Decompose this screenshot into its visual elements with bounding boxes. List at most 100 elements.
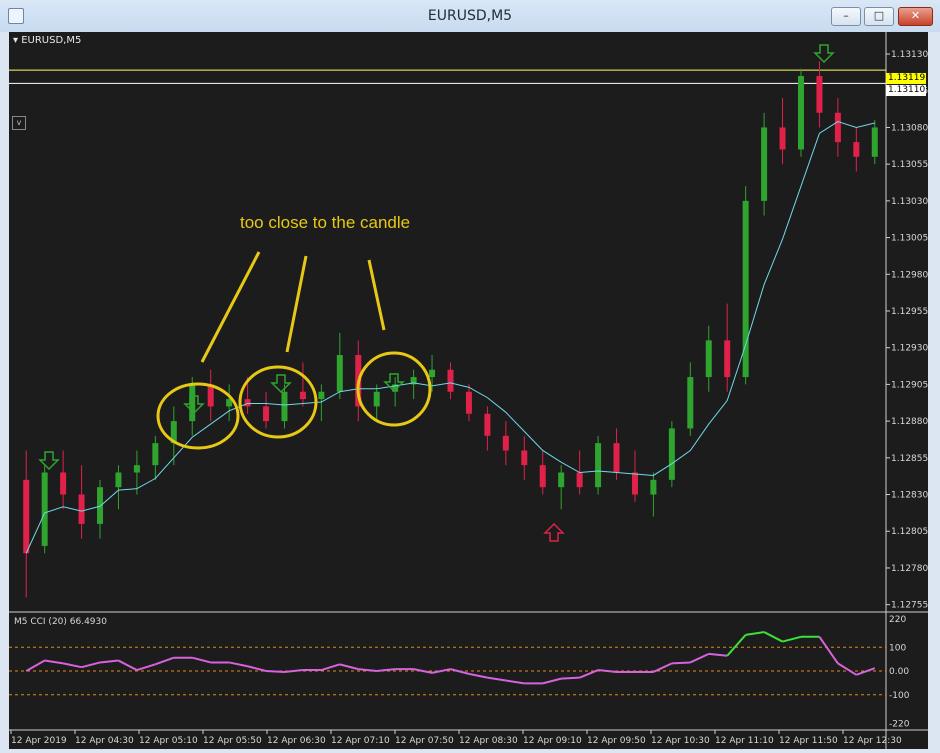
cci-line-segment — [265, 670, 285, 673]
cci-line-segment — [376, 668, 396, 672]
price-axis-label: 1.12855 — [891, 454, 928, 464]
candle-body — [576, 472, 583, 488]
sell-signal-arrow-icon — [270, 374, 292, 394]
price-chart[interactable]: 1.131301.131051.130801.130551.130301.130… — [9, 32, 928, 749]
time-axis-label: 12 Apr 09:10 — [523, 736, 582, 746]
time-axis-label: 12 Apr 10:30 — [651, 736, 710, 746]
buy-arrow-icon — [38, 451, 60, 471]
cci-axis-label: -220 — [889, 719, 910, 729]
candle-body — [650, 479, 657, 495]
cci-line-segment — [468, 672, 488, 679]
price-axis-label: 1.13055 — [891, 160, 928, 170]
time-axis-label: 12 Apr 11:50 — [779, 736, 838, 746]
candle-body — [336, 355, 343, 392]
cci-indicator-label: M5 CCI (20) 66.4930 — [14, 617, 107, 627]
price-axis-label: 1.12830 — [891, 491, 928, 501]
candle-body — [687, 377, 694, 429]
time-axis-label: 12 Apr 05:50 — [203, 736, 262, 746]
price-axis-label: 1.13030 — [891, 197, 928, 207]
cci-line-segment — [726, 634, 747, 657]
cci-line-segment — [689, 652, 710, 664]
candle-body — [281, 391, 288, 422]
cci-axis-label: -100 — [889, 691, 910, 701]
moving-average-line — [25, 121, 875, 554]
candle-body — [705, 340, 712, 378]
candle-body — [668, 428, 675, 480]
time-axis-label: 12 Apr 09:50 — [587, 736, 646, 746]
time-axis-label: 12 Apr 11:10 — [715, 736, 774, 746]
time-axis-label: 12 Apr 2019 — [11, 736, 67, 746]
price-axis-label: 1.12755 — [891, 601, 928, 611]
price-axis-label: 1.12930 — [891, 344, 928, 354]
cci-line-segment — [284, 669, 304, 673]
yellow-line-price-tag: 1.13119 — [886, 73, 926, 84]
candle-body — [244, 399, 251, 407]
symbol-label[interactable]: ▾ EURUSD,M5 — [13, 35, 81, 46]
candle-body — [853, 142, 860, 157]
cci-line-segment — [358, 668, 377, 672]
candle-body — [23, 479, 30, 554]
candle-body — [816, 76, 823, 113]
time-axis-label: 12 Apr 05:10 — [139, 736, 198, 746]
symbol-label-text: EURUSD,M5 — [21, 35, 82, 46]
cci-line-segment — [837, 662, 857, 676]
candle-body — [779, 127, 786, 150]
time-axis-label: 12 Apr 06:30 — [267, 736, 326, 746]
price-axis-label: 1.12905 — [891, 380, 928, 390]
candle-body — [299, 391, 306, 400]
cci-line-segment — [763, 631, 784, 643]
candle-body — [724, 340, 731, 378]
cci-line-segment — [99, 659, 119, 664]
annotation-pointer-line — [285, 255, 308, 353]
chart-canvas[interactable]: 1.131301.131051.130801.130551.130301.130… — [9, 32, 928, 749]
cci-line-segment — [136, 663, 156, 672]
cci-line-segment — [339, 663, 359, 671]
candle-body — [834, 112, 841, 143]
candle-body — [631, 472, 638, 495]
cci-line-segment — [81, 661, 101, 669]
sell-signal-arrow-icon — [813, 44, 835, 64]
cci-line-segment — [579, 669, 599, 679]
cci-line-segment — [708, 652, 728, 657]
price-axis-label: 1.13130 — [891, 50, 928, 60]
cci-line-segment — [228, 661, 248, 668]
cci-line-segment — [542, 677, 562, 685]
annotation-pointer-line — [200, 251, 261, 363]
maximize-button[interactable]: □ — [864, 7, 894, 26]
candle-body — [447, 369, 454, 392]
candle-body — [41, 472, 48, 546]
candle-body — [429, 369, 436, 378]
time-axis-label: 12 Apr 12:30 — [843, 736, 902, 746]
candle-body — [539, 465, 546, 488]
close-button[interactable]: ✕ — [898, 7, 933, 26]
candle-body — [797, 76, 804, 150]
cci-line-segment — [321, 663, 341, 672]
cci-line-segment — [561, 676, 580, 680]
candle-body — [871, 127, 878, 157]
candle-body — [484, 413, 491, 436]
candle-body — [115, 472, 122, 488]
time-axis-label: 12 Apr 07:10 — [331, 736, 390, 746]
white-line-price-tag: 1.13110 — [886, 85, 926, 96]
candle-body — [318, 391, 325, 400]
cci-line-segment — [44, 659, 64, 665]
price-axis-label: 1.13005 — [891, 234, 928, 244]
time-axis-label: 12 Apr 04:30 — [75, 736, 134, 746]
time-axis-label: 12 Apr 08:30 — [459, 736, 518, 746]
one-click-trading-toggle[interactable]: v — [12, 116, 26, 130]
cci-line-segment — [855, 667, 876, 676]
price-axis-label: 1.12980 — [891, 270, 928, 280]
price-axis-label: 1.13080 — [891, 123, 928, 133]
cci-line-segment — [597, 669, 617, 673]
cci-line-segment — [25, 659, 46, 672]
cci-axis-label: 100 — [889, 643, 906, 653]
minimize-button[interactable]: – — [831, 7, 861, 26]
cci-line-segment — [487, 676, 506, 682]
cci-line-segment — [505, 679, 525, 685]
candle-body — [761, 127, 768, 201]
candle-body — [152, 443, 159, 466]
candle-body — [97, 487, 104, 524]
candle-body — [595, 443, 602, 488]
window-title: EURUSD,M5 — [427, 8, 513, 24]
cci-line-segment — [745, 631, 765, 636]
